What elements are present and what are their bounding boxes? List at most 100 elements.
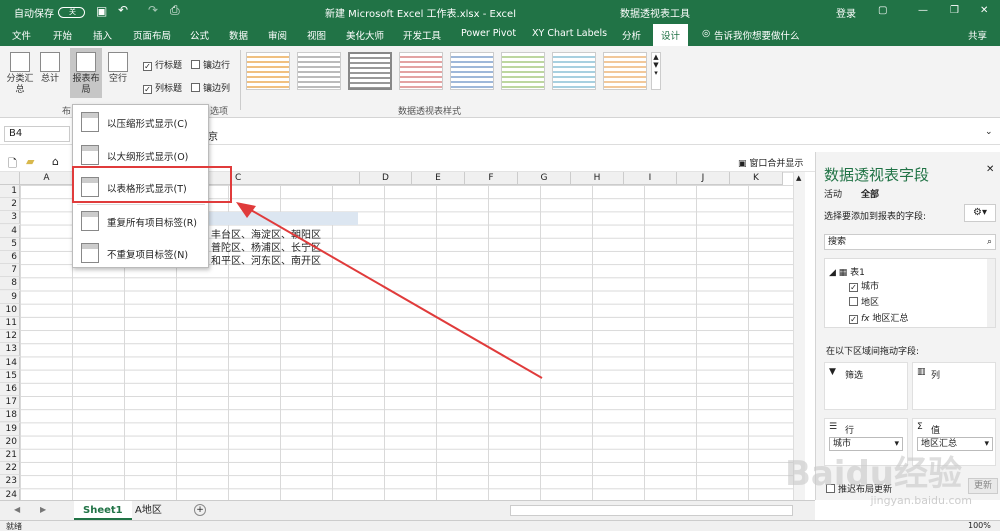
panel-tab-active[interactable]: 活动 [824,187,842,200]
col-header-f[interactable]: F [465,172,518,185]
tell-me-input[interactable]: 告诉我你想要做什么 [714,28,800,42]
blank-rows-button[interactable]: 空行 [106,52,130,85]
col-headers-checkbox[interactable]: ✓ 列标题 [143,81,182,94]
col-header-a[interactable]: A [20,172,74,185]
minimize-icon[interactable]: — [918,5,928,16]
menu-item-no-repeat-labels[interactable]: 不重复项目标签(N) [77,238,205,268]
row-header[interactable]: 17 [0,396,20,409]
row-header[interactable]: 9 [0,291,20,304]
col-header-j[interactable]: J [677,172,730,185]
row-header[interactable]: 12 [0,330,20,343]
tab-power-pivot[interactable]: Power Pivot [461,28,516,39]
sheet-tab-sheet1[interactable]: Sheet1 [74,501,132,520]
redo-icon[interactable]: ↷ [148,3,158,17]
ribbon-display-icon[interactable]: ▢ [878,5,887,16]
home-icon[interactable]: ⌂ [52,155,59,168]
undo-icon[interactable]: ↶ [118,3,128,17]
row-header[interactable]: 18 [0,409,20,422]
row-header[interactable]: 21 [0,449,20,462]
expand-formula-icon[interactable]: ⌄ [985,127,993,137]
cell-c6[interactable]: 和平区、河东区、南开区 [211,252,321,267]
horizontal-scrollbar[interactable] [510,505,793,516]
row-header[interactable]: 6 [0,251,20,264]
tab-page-layout[interactable]: 页面布局 [133,28,171,42]
pivot-style-8[interactable] [603,52,647,90]
tab-home[interactable]: 开始 [53,28,72,42]
next-sheet-icon[interactable]: ▶ [40,505,46,514]
pivot-style-5[interactable] [450,52,494,90]
row-header[interactable]: 4 [0,225,20,238]
save-icon[interactable]: ▣ [96,4,107,18]
grand-total-button[interactable]: 总计 [38,52,62,85]
table-node[interactable]: ◢ ▦ 表1 [829,265,865,278]
folder-icon[interactable]: ▰ [26,155,34,168]
tab-beautify[interactable]: 美化大师 [346,28,384,42]
field-summary-checkbox[interactable]: ✓ fx 地区汇总 [849,311,908,324]
col-header-g[interactable]: G [518,172,571,185]
row-header[interactable]: 10 [0,304,20,317]
tab-insert[interactable]: 插入 [93,28,112,42]
panel-close-icon[interactable]: ✕ [986,164,994,175]
field-list-scrollbar[interactable] [987,259,995,327]
add-sheet-icon[interactable]: + [194,504,206,516]
tab-file[interactable]: 文件 [12,28,31,42]
tab-review[interactable]: 审阅 [268,28,287,42]
pivot-style-6[interactable] [501,52,545,90]
tab-analyze[interactable]: 分析 [622,28,641,42]
select-all-corner[interactable] [0,172,20,185]
field-district-checkbox[interactable]: 地区 [849,295,879,308]
pivot-style-4[interactable] [399,52,443,90]
menu-item-repeat-labels[interactable]: 重复所有项目标签(R) [77,206,205,236]
maximize-icon[interactable]: ❐ [950,5,959,16]
window-merge-button[interactable]: ▣ 窗口合并显示 [738,156,803,169]
zoom-level[interactable]: 100% [968,521,991,530]
login-link[interactable]: 登录 [836,5,856,20]
row-header[interactable]: 2 [0,198,20,211]
panel-tab-all[interactable]: 全部 [861,187,879,200]
row-header[interactable]: 1 [0,185,20,198]
col-header-h[interactable]: H [571,172,624,185]
scroll-up-icon[interactable]: ▲ [796,174,801,182]
gear-icon[interactable]: ⚙▾ [964,204,996,222]
filter-area[interactable]: ▼ 筛选 [824,362,908,410]
row-header[interactable]: 5 [0,238,20,251]
row-header[interactable]: 20 [0,436,20,449]
field-search-input[interactable]: 搜索 ⌕ [824,234,996,250]
pivot-style-2[interactable] [297,52,341,90]
columns-area[interactable]: ▥ 列 [912,362,996,410]
update-button[interactable]: 更新 [968,478,998,494]
tab-formulas[interactable]: 公式 [190,28,209,42]
row-header[interactable]: 3 [0,211,20,224]
col-header-d[interactable]: D [360,172,412,185]
sheet-tab-a-district[interactable]: A地区 [126,501,171,520]
pivot-style-1[interactable] [246,52,290,90]
row-header[interactable]: 16 [0,383,20,396]
subtotal-button[interactable]: 分类汇 总 [4,52,36,96]
menu-item-compact[interactable]: 以压缩形式显示(C) [77,107,205,137]
row-header[interactable]: 8 [0,277,20,290]
row-headers-checkbox[interactable]: ✓ 行标题 [143,58,182,71]
preview-icon[interactable]: ⎙ [170,3,180,18]
report-layout-button[interactable]: 报表布 局 [70,48,102,98]
row-header[interactable]: 22 [0,462,20,475]
col-header-k[interactable]: K [730,172,783,185]
banded-rows-checkbox[interactable]: 镶边行 [191,58,230,71]
tab-design[interactable]: 设计 [653,24,689,46]
field-city-checkbox[interactable]: ✓ 城市 [849,279,879,292]
row-header[interactable]: 13 [0,343,20,356]
row-header[interactable]: 15 [0,370,20,383]
row-header[interactable]: 23 [0,475,20,488]
row-header[interactable]: 7 [0,264,20,277]
row-header[interactable]: 11 [0,317,20,330]
styles-scroll[interactable]: ▲ ▼ ▾ [651,52,661,90]
row-header[interactable]: 19 [0,423,20,436]
tab-view[interactable]: 视图 [307,28,326,42]
pivot-style-7[interactable] [552,52,596,90]
name-box[interactable]: B4 [4,126,70,142]
tab-developer[interactable]: 开发工具 [403,28,441,42]
row-header[interactable]: 24 [0,489,20,500]
formula-input[interactable]: 京 [208,128,218,143]
tab-xy-chart-labels[interactable]: XY Chart Labels [532,28,607,39]
share-button[interactable]: 共享 [968,28,987,42]
autosave-toggle[interactable]: 关 [58,7,85,18]
